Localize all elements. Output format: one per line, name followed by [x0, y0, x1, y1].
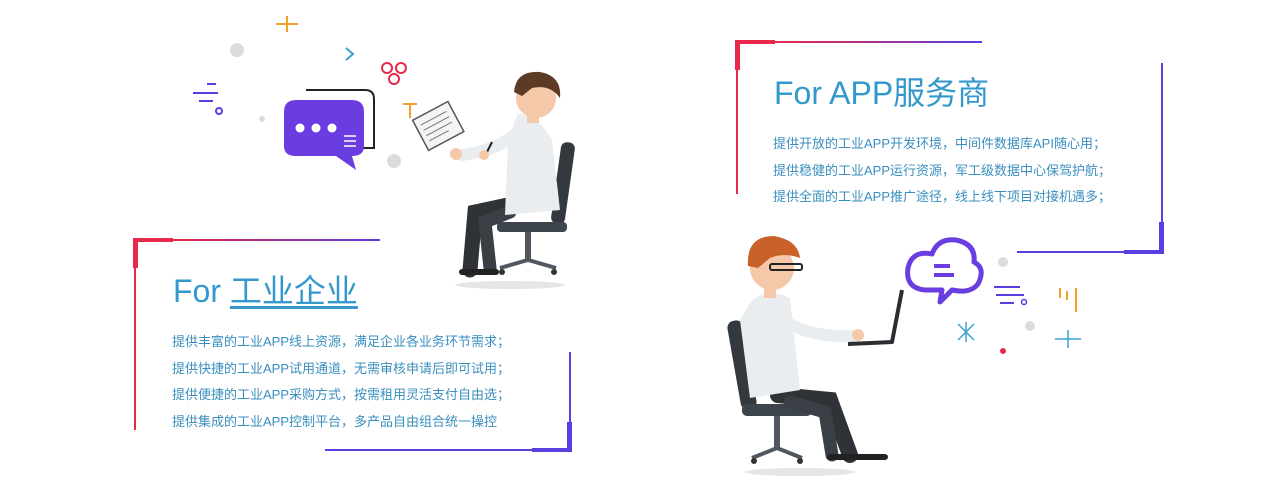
person-laptop-illustration: [727, 236, 904, 476]
